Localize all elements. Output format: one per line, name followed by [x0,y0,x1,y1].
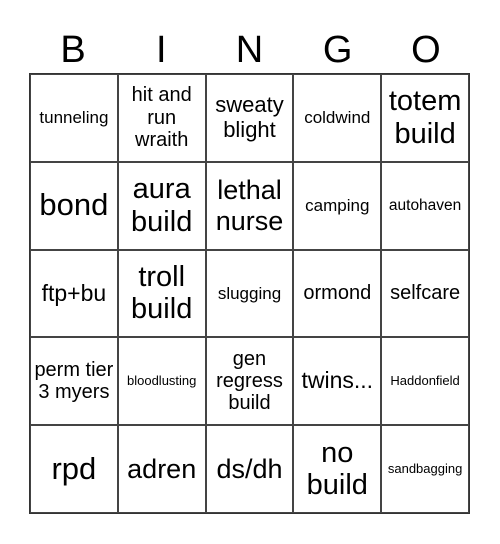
bingo-cell[interactable]: hit and run wraith [117,74,206,162]
bingo-cell[interactable]: sweaty blight [205,74,294,162]
bingo-cell[interactable]: ormond [293,249,382,338]
bingo-cell[interactable]: rpd [30,425,118,513]
header-letter-g: G [322,29,353,71]
bingo-cell[interactable]: slugging [205,249,294,338]
bingo-cell[interactable]: Haddonfield [381,337,469,426]
bingo-header: B I N G O [29,28,470,73]
bingo-cell[interactable]: totem build [381,74,469,162]
header-letter-i: I [156,29,167,71]
bingo-cell[interactable]: adren [117,425,206,513]
bingo-cell[interactable]: bloodlusting [117,337,206,426]
header-letter-o: O [411,29,441,71]
bingo-cell[interactable]: selfcare [381,249,469,338]
bingo-cell[interactable]: tunneling [30,74,118,162]
bingo-cell[interactable]: troll build [117,249,206,338]
bingo-cell[interactable]: camping [293,161,382,250]
bingo-cell[interactable]: bond [30,161,118,250]
header-letter-n: N [235,29,264,71]
bingo-cell[interactable]: twins... [293,337,382,426]
bingo-cell[interactable]: no build [293,425,382,513]
bingo-cell[interactable]: coldwind [293,74,382,162]
bingo-cell[interactable]: aura build [117,161,206,250]
bingo-cell[interactable]: autohaven [381,161,469,250]
bingo-cell[interactable]: ds/dh [205,425,294,513]
bingo-cell[interactable]: lethal nurse [205,161,294,250]
bingo-cell[interactable]: perm tier 3 myers [30,337,118,426]
bingo-cell[interactable]: ftp+bu [30,249,118,338]
bingo-grid: tunneling hit and run wraith sweaty blig… [29,73,470,514]
header-letter-b: B [60,29,86,71]
bingo-cell[interactable]: sandbagging [381,425,469,513]
bingo-cell[interactable]: gen regress build [205,337,294,426]
